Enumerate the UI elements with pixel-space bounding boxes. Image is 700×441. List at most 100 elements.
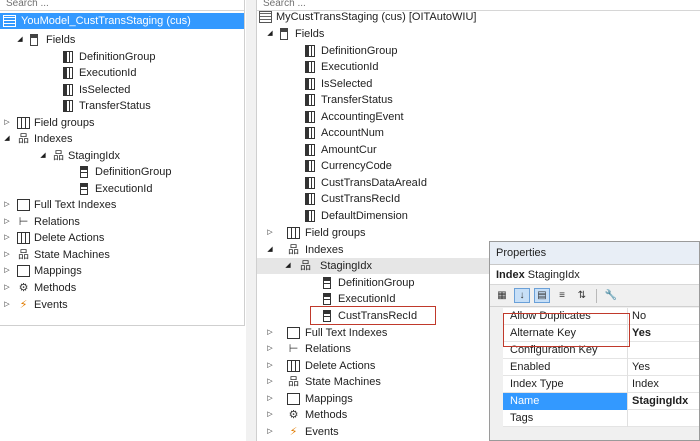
fields-icon [280, 28, 288, 40]
left-tree-item-indexes[interactable]: ◢ 品 Indexes [0, 131, 244, 147]
property-key: Enabled [510, 361, 551, 373]
row-gutter [490, 342, 503, 359]
property-key: Index Type [510, 378, 564, 390]
properties-toolbar: ▦ ↓ ▤ ≡ ⇅ 🔧 [490, 285, 699, 307]
field-icon [305, 61, 315, 73]
collapsed-arrow-icon[interactable]: ▷ [2, 115, 12, 131]
collapsed-arrow-icon[interactable]: ▷ [265, 391, 275, 407]
left-tree-root-table[interactable]: YouModel_CustTransStaging (cus) [0, 13, 244, 29]
right-tree-field[interactable]: TransferStatus [257, 92, 700, 108]
collapsed-arrow-icon[interactable]: ▷ [2, 230, 12, 246]
property-value[interactable]: Yes [632, 359, 650, 376]
tree-item-label: CustTransDataAreaId [321, 177, 427, 189]
property-row-index-type[interactable]: Index Type Index [490, 376, 699, 393]
collapsed-arrow-icon[interactable]: ▷ [2, 247, 12, 263]
property-row-tags[interactable]: Tags [490, 410, 699, 427]
left-tree-item-delete-actions[interactable]: ▷ Delete Actions [0, 230, 244, 246]
collapsed-arrow-icon[interactable]: ▷ [265, 325, 275, 341]
tree-item-label: IsSelected [321, 78, 373, 90]
alphabetical-sort-icon[interactable]: ↓ [514, 288, 530, 303]
expanded-arrow-icon[interactable]: ◢ [38, 148, 48, 164]
tree-item-label: State Machines [34, 249, 110, 261]
right-tree-field[interactable]: AccountNum [257, 125, 700, 141]
tree-item-label: DefaultDimension [321, 210, 408, 222]
row-gutter [490, 410, 503, 427]
properties-view-icon[interactable]: ▤ [534, 288, 550, 303]
property-row-enabled[interactable]: Enabled Yes [490, 359, 699, 376]
right-tree-field[interactable]: DefaultDimension [257, 208, 700, 224]
right-tree-field[interactable]: ExecutionId [257, 59, 700, 75]
collapsed-arrow-icon[interactable]: ▷ [265, 424, 275, 440]
expanded-arrow-icon[interactable]: ◢ [15, 32, 25, 48]
field-icon [305, 111, 315, 123]
row-gutter [490, 359, 503, 376]
delete-actions-icon [17, 232, 30, 244]
tree-item-label: DefinitionGroup [321, 45, 398, 57]
left-tree-item-mappings[interactable]: ▷ Mappings [0, 263, 244, 279]
sort-icon[interactable]: ⇅ [574, 288, 590, 303]
left-tree-field[interactable]: ExecutionId [0, 65, 244, 81]
wrench-icon[interactable]: 🔧 [603, 288, 619, 303]
collapsed-arrow-icon[interactable]: ▷ [2, 197, 12, 213]
expanded-arrow-icon[interactable]: ◢ [283, 258, 293, 274]
field-icon [305, 144, 315, 156]
expanded-arrow-icon[interactable]: ◢ [265, 26, 275, 42]
property-value[interactable]: No [632, 308, 646, 325]
collapsed-arrow-icon[interactable]: ▷ [2, 297, 12, 313]
state-machines-icon: 品 [288, 376, 299, 388]
right-tree-field[interactable]: IsSelected [257, 76, 700, 92]
right-tree-item-fields[interactable]: ◢ Fields [257, 26, 700, 42]
field-icon [305, 78, 315, 90]
property-value[interactable]: Yes [632, 325, 651, 342]
left-tree-item-field-groups[interactable]: ▷ Field groups [0, 115, 244, 131]
full-text-indexes-icon [287, 327, 300, 339]
left-tree-item-events[interactable]: ▷ ⚡ Events [0, 297, 244, 313]
left-tree-item-full-text-indexes[interactable]: ▷ Full Text Indexes [0, 197, 244, 213]
pane-gap [246, 0, 256, 441]
left-tree-field[interactable]: DefinitionGroup [0, 49, 244, 65]
right-tree-root-table[interactable]: MyCustTransStaging (cus) [OITAutoWIU] [257, 9, 700, 25]
collapsed-arrow-icon[interactable]: ▷ [265, 407, 275, 423]
left-tree-item-stagingidx[interactable]: ◢ 品 StagingIdx [0, 148, 244, 164]
field-icon [305, 193, 315, 205]
left-tree-index-field[interactable]: DefinitionGroup [0, 164, 244, 180]
left-tree-item-state-machines[interactable]: ▷ 品 State Machines [0, 247, 244, 263]
tree-item-label: ExecutionId [79, 67, 137, 79]
categorized-icon[interactable]: ▦ [494, 288, 510, 303]
collapsed-arrow-icon[interactable]: ▷ [265, 358, 275, 374]
events-view-icon[interactable]: ≡ [554, 288, 570, 303]
right-tree-field[interactable]: CustTransRecId [257, 191, 700, 207]
index-field-icon [80, 183, 88, 195]
collapsed-arrow-icon[interactable]: ▷ [2, 214, 12, 230]
row-gutter [490, 308, 503, 325]
right-tree-field[interactable]: CurrencyCode [257, 158, 700, 174]
field-icon [63, 67, 73, 79]
right-tree-field[interactable]: AmountCur [257, 142, 700, 158]
tree-item-label: AccountingEvent [321, 111, 404, 123]
property-row-name[interactable]: Name StagingIdx [490, 393, 699, 410]
collapsed-arrow-icon[interactable]: ▷ [2, 263, 12, 279]
left-tree-item-methods[interactable]: ▷ ⚙ Methods [0, 280, 244, 296]
right-tree-field[interactable]: AccountingEvent [257, 109, 700, 125]
index-field-icon [323, 293, 331, 305]
left-tree-index-field[interactable]: ExecutionId [0, 181, 244, 197]
left-tree-field[interactable]: IsSelected [0, 82, 244, 98]
right-tree-item-field-groups[interactable]: ▷ Field groups [257, 225, 700, 241]
property-value[interactable]: StagingIdx [632, 393, 688, 410]
collapsed-arrow-icon[interactable]: ▷ [265, 374, 275, 390]
property-value[interactable]: Index [632, 376, 659, 393]
right-tree-field[interactable]: CustTransDataAreaId [257, 175, 700, 191]
collapsed-arrow-icon[interactable]: ▷ [265, 341, 275, 357]
expanded-arrow-icon[interactable]: ◢ [265, 242, 275, 258]
right-tree-field[interactable]: DefinitionGroup [257, 43, 700, 59]
field-icon [305, 94, 315, 106]
indexes-icon: 品 [288, 244, 299, 256]
left-tree-item-relations[interactable]: ▷ ⊢ Relations [0, 214, 244, 230]
property-key: Name [503, 393, 627, 410]
expanded-arrow-icon[interactable]: ◢ [2, 131, 12, 147]
collapsed-arrow-icon[interactable]: ▷ [2, 280, 12, 296]
left-search-input[interactable]: Search ... [0, 0, 244, 11]
collapsed-arrow-icon[interactable]: ▷ [265, 225, 275, 241]
left-tree-item-fields[interactable]: ◢ Fields [0, 32, 244, 48]
left-tree-field[interactable]: TransferStatus [0, 98, 244, 114]
